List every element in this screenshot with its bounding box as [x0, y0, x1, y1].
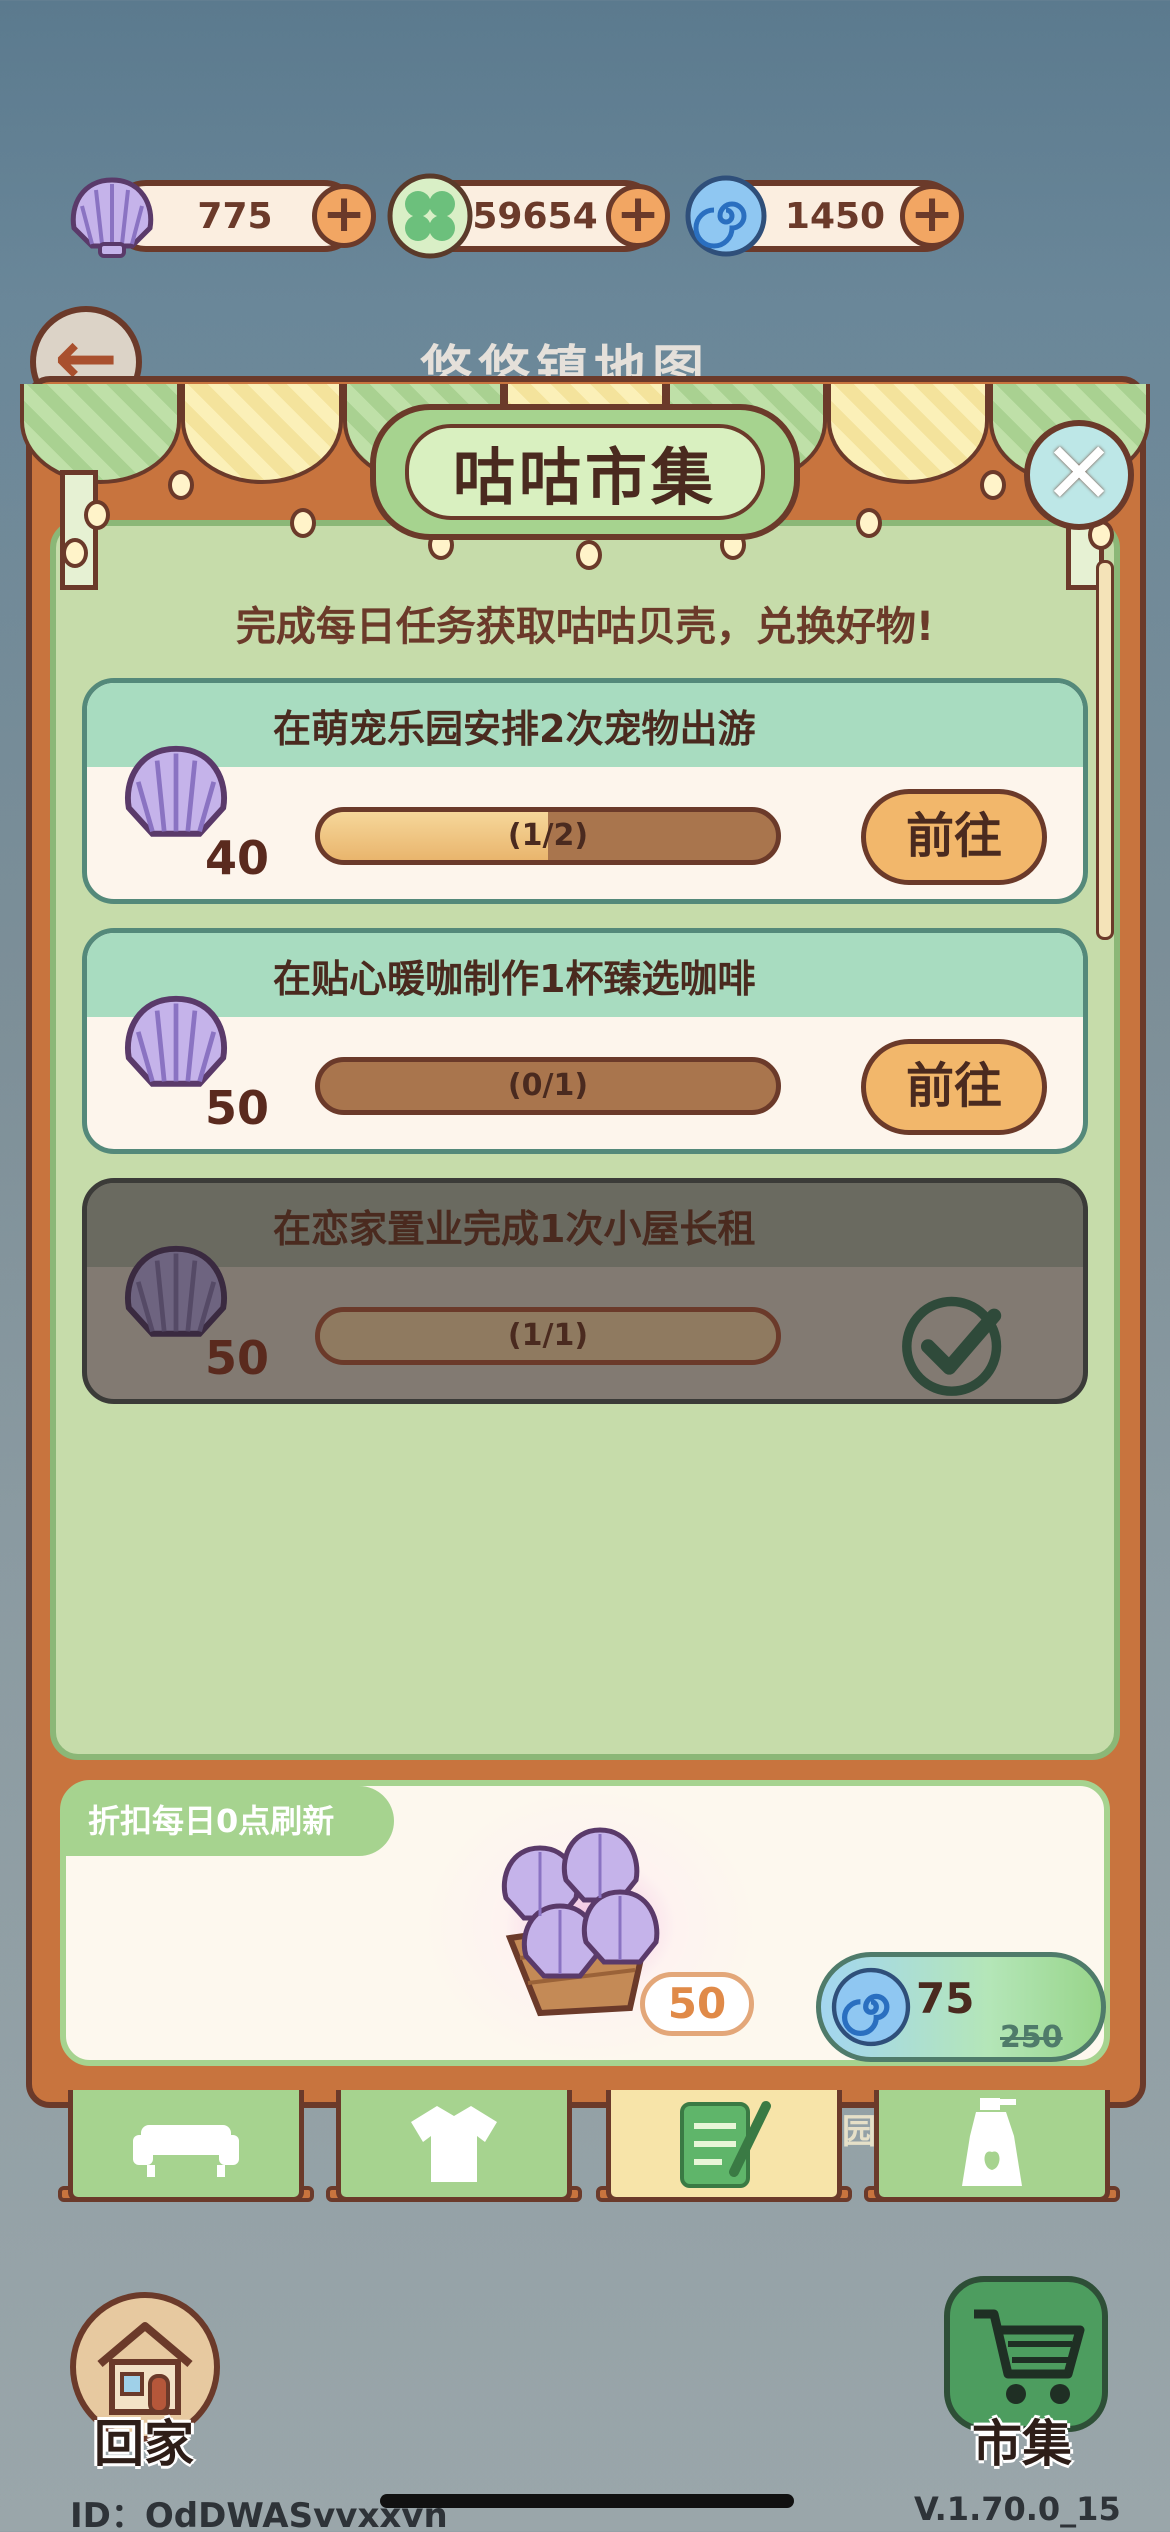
task-progress-text: (1/1) — [507, 1318, 589, 1353]
add-clover-button[interactable]: + — [606, 184, 670, 248]
task-progress-text: (1/2) — [507, 818, 589, 853]
tab-items[interactable] — [874, 2090, 1110, 2202]
discount-tag: 折扣每日0点刷新 — [64, 1786, 394, 1856]
check-icon — [902, 1296, 1002, 1396]
task-title: 在贴心暖咖制作1杯臻选咖啡 — [87, 933, 1083, 1017]
add-gem-button[interactable]: + — [900, 184, 964, 248]
clover-icon — [387, 173, 473, 259]
cart-icon — [974, 2309, 1085, 2404]
version-label: V.1.70.0_15 — [914, 2490, 1121, 2528]
task-progress-bar: (1/2) — [315, 807, 781, 865]
shell-icon — [70, 177, 154, 258]
go-button[interactable]: 前往 — [861, 1039, 1047, 1135]
buy-price: 75 — [916, 1974, 975, 2023]
bottle-icon — [962, 2097, 1022, 2186]
task-card: 在萌宠乐园安排2次宠物出游 40 (1/2) 前往 — [82, 678, 1088, 904]
task-reward: 50 — [205, 1331, 270, 1385]
original-price: 250 — [1000, 2020, 1063, 2055]
swirl-gem-icon — [831, 1967, 911, 2047]
tab-ghost-label: 园 — [842, 2112, 876, 2152]
market-label: 市集 — [972, 2415, 1072, 2473]
tab-furniture[interactable] — [68, 2090, 304, 2202]
panel-subtitle: 完成每日任务获取咕咕贝壳，兑换好物! — [235, 604, 935, 650]
close-button[interactable]: ✕ — [1024, 420, 1134, 530]
task-reward: 50 — [205, 1081, 270, 1135]
task-progress-text: (0/1) — [507, 1068, 589, 1103]
home-indicator — [380, 2494, 794, 2508]
go-button[interactable]: 前往 — [861, 789, 1047, 885]
swirl-gem-icon — [685, 175, 767, 257]
home-label: 回家 — [94, 2415, 194, 2473]
task-reward: 40 — [205, 831, 270, 885]
shell-icon — [125, 1245, 227, 1337]
left-post — [60, 470, 98, 590]
item-quantity-badge: 50 — [640, 1972, 754, 2036]
task-title: 在萌宠乐园安排2次宠物出游 — [87, 683, 1083, 767]
task-card: 在贴心暖咖制作1杯臻选咖啡 50 (0/1) 前往 — [82, 928, 1088, 1154]
sofa-icon — [133, 2124, 239, 2177]
shirt-icon — [411, 2105, 497, 2182]
add-shell-button[interactable]: + — [312, 184, 376, 248]
task-title: 在恋家置业完成1次小屋长租 — [87, 1183, 1083, 1267]
tab-clothing[interactable] — [336, 2090, 572, 2202]
panel-title: 咕咕市集 — [405, 424, 765, 520]
task-card-completed: 在恋家置业完成1次小屋长租 50 (1/1) — [82, 1178, 1088, 1404]
notepad-icon — [680, 2100, 771, 2188]
task-progress-bar: (1/1) — [315, 1307, 781, 1365]
task-progress-fill — [320, 1312, 776, 1360]
tab-tasks[interactable] — [606, 2090, 842, 2202]
panel-title-plate: 咕咕市集 — [370, 404, 800, 540]
task-progress-bar: (0/1) — [315, 1057, 781, 1115]
